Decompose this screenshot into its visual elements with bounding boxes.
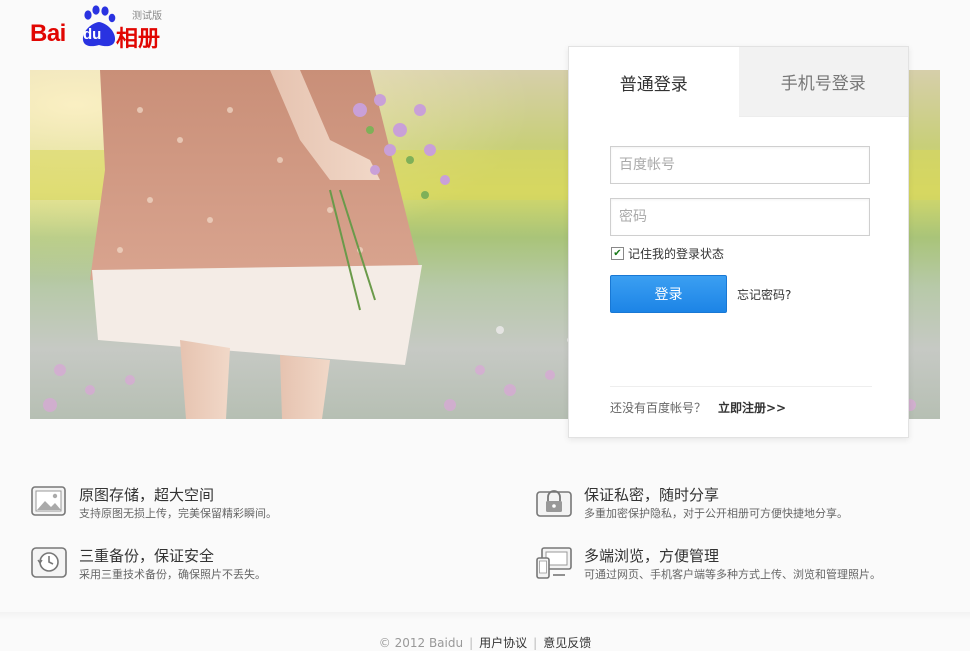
image-icon xyxy=(31,486,66,516)
divider xyxy=(610,386,872,387)
password-input[interactable] xyxy=(610,198,870,236)
footer: © 2012 Baidu | 用户协议 | 意见反馈 xyxy=(0,634,970,651)
no-account-text: 还没有百度帐号？ xyxy=(610,401,707,415)
footer-separator: | xyxy=(469,636,474,650)
feature-title: 多端浏览，方便管理 xyxy=(584,547,720,565)
remember-checkbox[interactable]: ✔ xyxy=(611,247,624,260)
account-input[interactable] xyxy=(610,146,870,184)
feature-title: 原图存储，超大空间 xyxy=(79,486,215,504)
forgot-password-link[interactable]: 忘记密码? xyxy=(737,286,791,303)
login-panel: 普通登录 手机号登录 ✔ 记住我的登录状态 登录 忘记密码? 还没有百度帐号？ … xyxy=(568,46,909,438)
login-tabs: 普通登录 手机号登录 xyxy=(569,47,908,117)
tab-phone-login[interactable]: 手机号登录 xyxy=(738,47,908,117)
feature-desc: 采用三重技术备份，确保照片不丢失。 xyxy=(79,568,266,581)
feature-multi-device: 多端浏览，方便管理 可通过网页、手机客户端等多种方式上传、浏览和管理照片。 xyxy=(535,545,935,585)
beta-badge: 测试版 xyxy=(132,11,162,22)
feature-desc: 支持原图无损上传，完美保留精彩瞬间。 xyxy=(79,507,277,520)
feature-title: 三重备份，保证安全 xyxy=(79,547,215,565)
logo-album-text: 相册 xyxy=(116,27,161,52)
footer-divider xyxy=(0,612,970,620)
backup-clock-icon xyxy=(31,547,67,578)
register-link[interactable]: 立即注册>> xyxy=(718,399,786,416)
feedback-link[interactable]: 意见反馈 xyxy=(543,636,591,650)
remember-label: 记住我的登录状态 xyxy=(628,247,725,261)
feature-triple-backup: 三重备份，保证安全 采用三重技术备份，确保照片不丢失。 xyxy=(30,545,430,585)
copyright-text: © 2012 Baidu xyxy=(378,636,464,650)
logo-du-text: du xyxy=(83,26,102,43)
terms-link[interactable]: 用户协议 xyxy=(479,636,527,650)
tab-normal-login[interactable]: 普通登录 xyxy=(569,47,739,117)
baidu-album-logo[interactable]: Bai du 相册 测试版 xyxy=(30,4,170,52)
feature-original-storage: 原图存储，超大空间 支持原图无损上传，完美保留精彩瞬间。 xyxy=(30,484,430,524)
lock-icon xyxy=(536,490,572,517)
footer-separator: | xyxy=(533,636,538,650)
feature-privacy-share: 保证私密，随时分享 多重加密保护隐私，对于公开相册可方便快捷地分享。 xyxy=(535,484,935,524)
logo-bai-text: Bai xyxy=(30,20,66,47)
devices-icon xyxy=(536,547,572,579)
feature-desc: 多重加密保护隐私，对于公开相册可方便快捷地分享。 xyxy=(584,507,848,520)
feature-desc: 可通过网页、手机客户端等多种方式上传、浏览和管理照片。 xyxy=(584,568,881,581)
login-button[interactable]: 登录 xyxy=(610,275,727,313)
feature-title: 保证私密，随时分享 xyxy=(584,486,720,504)
remember-me[interactable]: ✔ 记住我的登录状态 xyxy=(611,245,724,262)
